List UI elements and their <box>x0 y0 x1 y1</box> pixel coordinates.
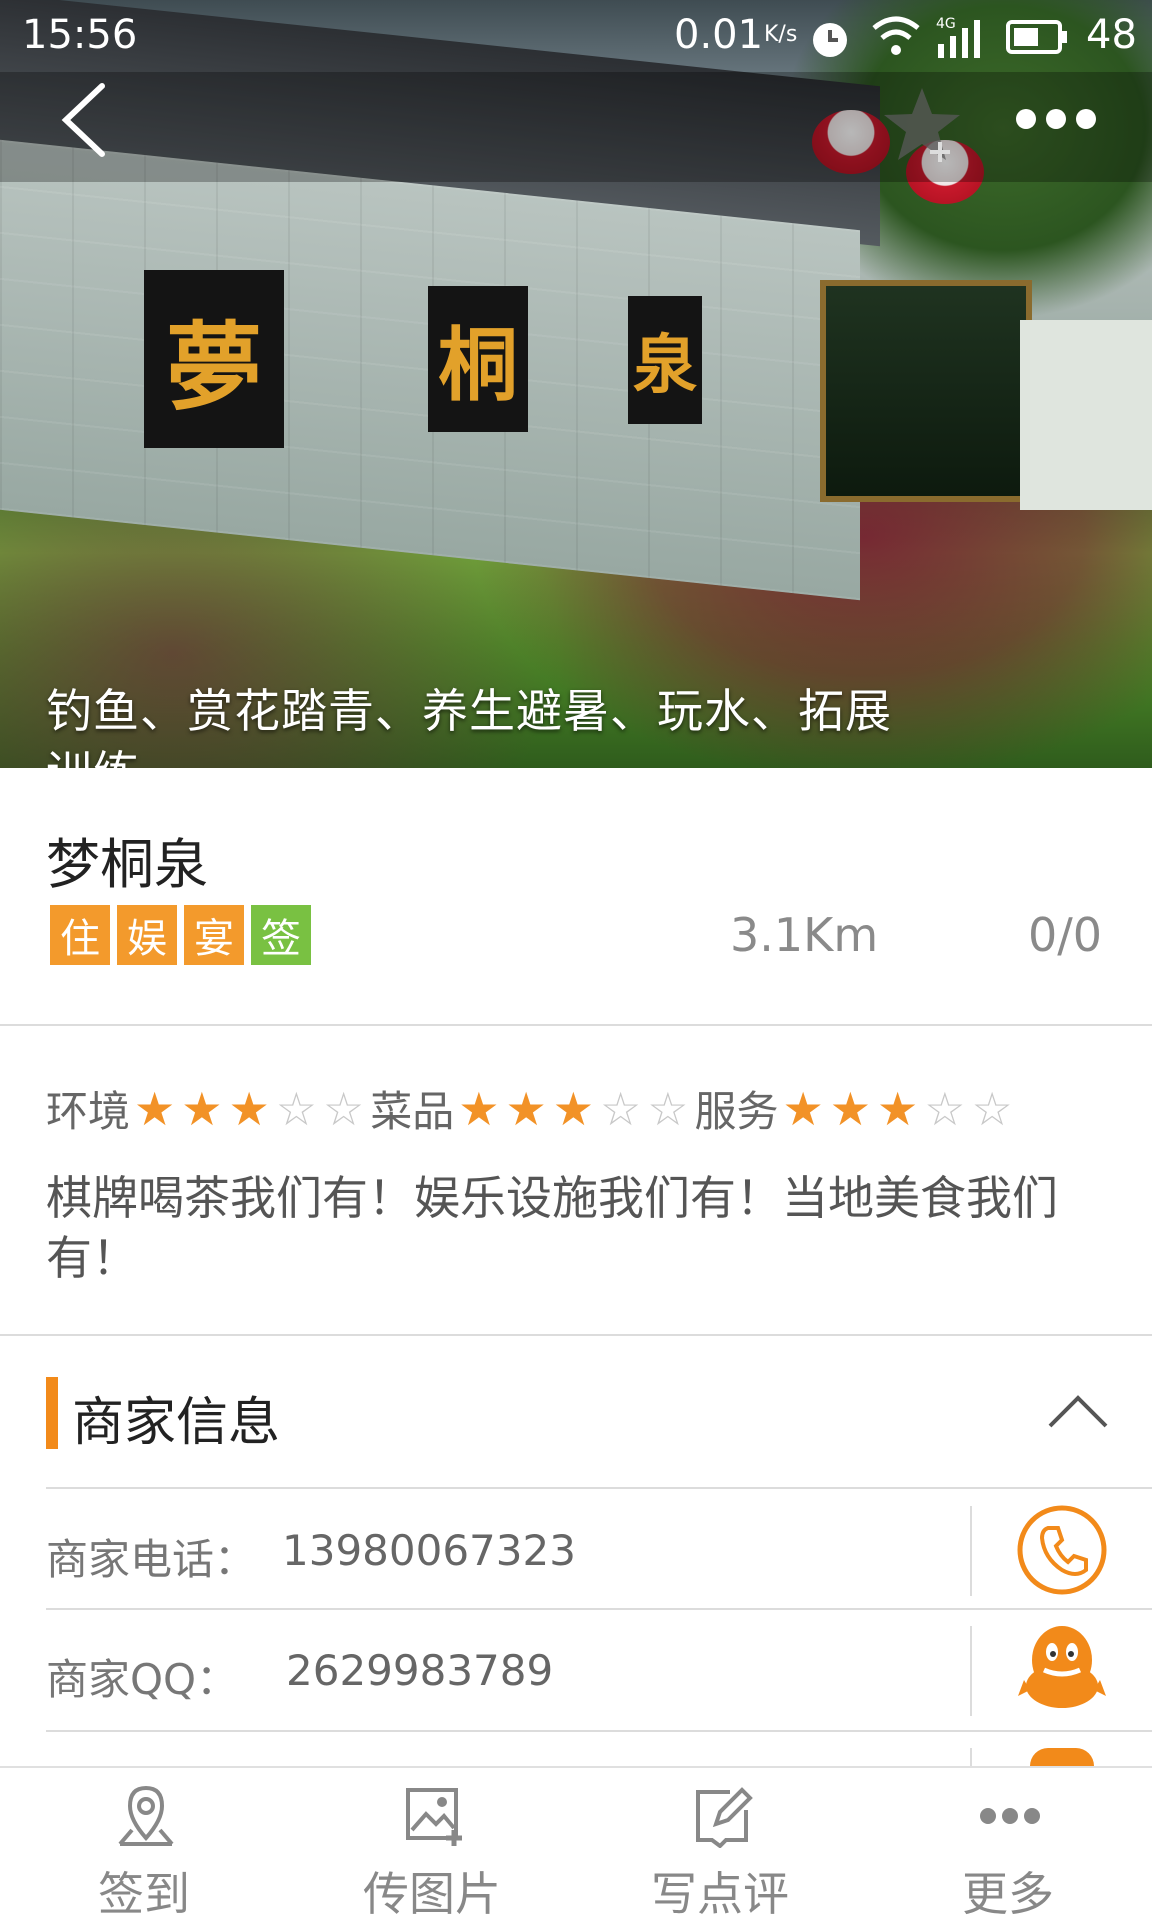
qq-icon[interactable] <box>1014 1620 1110 1718</box>
phone-icon[interactable] <box>1016 1504 1108 1596</box>
status-speed: 0.01 <box>674 12 764 58</box>
back-arrow-icon[interactable] <box>58 80 110 160</box>
vertical-separator <box>970 1506 972 1596</box>
review-count: 0/0 <box>1028 908 1103 962</box>
phone-label: 商家电话： <box>46 1535 257 1584</box>
bottom-nav: 签到 传图片 写点评 更多 <box>0 1766 1152 1922</box>
star-icon: ★ <box>228 1081 270 1136</box>
badge-checkin: 签 <box>251 905 311 965</box>
rating-label-service: 服务 <box>694 1087 779 1136</box>
plaque-1: 夢 <box>144 270 284 448</box>
vertical-separator <box>970 1748 972 1766</box>
badge-banquet: 宴 <box>184 905 244 965</box>
star-icon: ★ <box>552 1081 595 1136</box>
nav-more[interactable]: 更多 <box>898 1784 1118 1921</box>
nav-checkin-label: 签到 <box>98 1867 190 1921</box>
badge-stay: 住 <box>50 905 110 965</box>
hero-tags-line1: 钓鱼、赏花踏青、养生避暑、玩水、拓展 <box>46 684 892 738</box>
alarm-icon <box>813 23 847 57</box>
nav-checkin[interactable]: 签到 <box>34 1784 254 1921</box>
svg-text:4G: 4G <box>936 16 956 32</box>
merchant-description: 棋牌喝茶我们有！娱乐设施我们有！当地美食我们有！ <box>46 1171 1058 1285</box>
star-empty-icon: ☆ <box>323 1081 365 1136</box>
vertical-separator <box>970 1626 972 1716</box>
divider-2 <box>0 1334 1152 1336</box>
star-icon: ★ <box>505 1081 547 1136</box>
hero-tags: 钓鱼、赏花踏青、养生避暑、玩水、拓展 训练 <box>46 680 1046 768</box>
plaque-3: 泉 <box>628 296 702 424</box>
divider-5 <box>46 1730 1152 1732</box>
distance: 3.1Km <box>730 908 879 962</box>
nav-upload-image[interactable]: 传图片 <box>322 1784 542 1921</box>
star-empty-icon: ☆ <box>971 1081 1013 1136</box>
more-icon[interactable] <box>1014 104 1098 134</box>
hero-tags-line2: 训练 <box>46 742 1046 768</box>
star-icon: ★ <box>458 1081 500 1136</box>
more-dots-icon <box>980 1808 1040 1824</box>
star-empty-icon: ☆ <box>600 1081 642 1136</box>
divider-4 <box>46 1608 1152 1610</box>
favorite-star-icon[interactable] <box>880 82 964 166</box>
top-bar <box>0 72 1152 182</box>
write-review-icon <box>696 1787 753 1848</box>
status-time: 15:56 <box>22 12 138 58</box>
wifi-icon <box>872 16 920 55</box>
nav-more-label: 更多 <box>962 1867 1054 1921</box>
status-speed-unit: K/s <box>764 22 798 47</box>
rating-label-environment: 环境 <box>46 1087 131 1136</box>
divider-3 <box>46 1487 1152 1489</box>
phone-number: 13980067323 <box>282 1526 576 1575</box>
gate <box>820 280 1032 502</box>
partial-icon <box>1030 1748 1094 1766</box>
ratings-row: 环境 ★ ★ ★ ☆ ☆ 菜品 ★ ★ ★ ☆ ☆ 服务 ★ ★ ★ ☆ ☆ <box>46 1078 1019 1139</box>
star-icon: ★ <box>782 1081 824 1136</box>
merchant-name: 梦桐泉 <box>46 833 208 896</box>
signal-4g-icon: 4G <box>936 16 980 58</box>
star-icon: ★ <box>829 1081 872 1136</box>
upload-image-icon <box>406 1788 462 1846</box>
star-empty-icon: ☆ <box>275 1081 318 1136</box>
nav-write-review[interactable]: 写点评 <box>610 1784 830 1921</box>
qq-number: 2629983789 <box>286 1646 554 1695</box>
location-pin-icon <box>118 1785 174 1846</box>
qq-label: 商家QQ： <box>46 1655 239 1704</box>
section-accent-bar <box>46 1377 58 1449</box>
nav-upload-image-label: 传图片 <box>363 1867 501 1921</box>
rating-label-dishes: 菜品 <box>370 1087 455 1136</box>
star-empty-icon: ☆ <box>647 1081 689 1136</box>
chevron-up-icon[interactable] <box>1046 1392 1110 1432</box>
badge-entertainment: 娱 <box>117 905 177 965</box>
star-icon: ★ <box>134 1081 176 1136</box>
status-bar: 15:56 0.01 K/s 4G 48 <box>0 0 1152 72</box>
hero-image: 夢 桐 泉 钓鱼、赏花踏青、养生避暑、玩水、拓展 训练 <box>0 0 1152 768</box>
star-icon: ★ <box>877 1081 919 1136</box>
battery-level: 48 <box>1086 12 1137 58</box>
star-empty-icon: ☆ <box>924 1081 966 1136</box>
section-title: 商家信息 <box>72 1393 281 1453</box>
white-wall <box>1020 320 1152 510</box>
divider-1 <box>0 1024 1152 1026</box>
star-icon: ★ <box>181 1081 223 1136</box>
battery-icon <box>1006 20 1067 54</box>
nav-write-review-label: 写点评 <box>651 1867 789 1921</box>
plaque-2: 桐 <box>428 286 528 432</box>
